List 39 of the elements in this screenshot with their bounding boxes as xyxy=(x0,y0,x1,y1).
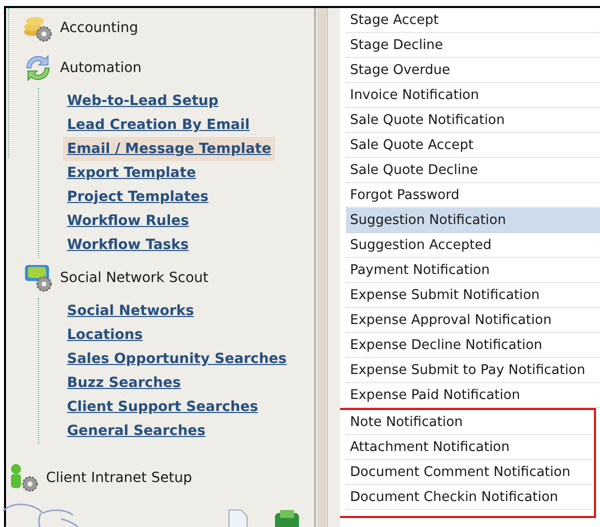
sidebar-link[interactable]: Lead Creation By Email xyxy=(63,113,254,137)
template-row[interactable]: Stage Decline xyxy=(346,33,600,58)
template-row[interactable]: Suggestion Notification xyxy=(346,208,600,233)
printer-icon[interactable] xyxy=(274,509,300,527)
chat-gear-icon xyxy=(22,262,54,294)
sidebar-section-title[interactable]: Accounting xyxy=(60,18,138,38)
template-row[interactable]: Note Notification xyxy=(346,410,594,435)
template-row[interactable]: Expense Submit Notification xyxy=(346,283,600,308)
sidebar-link[interactable]: Workflow Tasks xyxy=(63,233,193,257)
template-row[interactable]: Sale Quote Decline xyxy=(346,158,600,183)
sidebar-section-title[interactable]: Client Intranet Setup xyxy=(46,468,192,488)
template-row[interactable]: Expense Submit to Pay Notification xyxy=(346,358,600,383)
template-row[interactable]: Attachment Notification xyxy=(346,435,594,460)
document-icon[interactable] xyxy=(228,509,248,527)
sidebar-link[interactable]: Project Templates xyxy=(63,185,213,209)
sidebar-link[interactable]: Email / Message Template xyxy=(63,137,276,161)
sidebar-link[interactable]: Web-to-Lead Setup xyxy=(63,89,222,113)
sidebar-link[interactable]: Export Template xyxy=(63,161,200,185)
template-row[interactable]: Payment Notification xyxy=(346,258,600,283)
sidebar-link[interactable]: Sales Opportunity Searches xyxy=(63,347,291,371)
template-row[interactable]: Sale Quote Notification xyxy=(346,108,600,133)
template-row[interactable]: Expense Decline Notification xyxy=(346,333,600,358)
sidebar-link[interactable]: Client Support Searches xyxy=(63,395,262,419)
sidebar-section-title[interactable]: Social Network Scout xyxy=(60,268,208,288)
template-row[interactable]: Stage Accept xyxy=(346,8,600,33)
template-row[interactable]: Expense Paid Notification xyxy=(346,383,600,408)
template-row[interactable]: Stage Overdue xyxy=(346,58,600,83)
sidebar-section-title[interactable]: Automation xyxy=(60,58,142,78)
sidebar-link[interactable]: Buzz Searches xyxy=(63,371,185,395)
template-row[interactable]: Suggestion Accepted xyxy=(346,233,600,258)
sidebar-link[interactable]: Locations xyxy=(63,323,147,347)
template-row[interactable]: Document Checkin Notification xyxy=(346,485,594,510)
template-row[interactable]: Document Comment Notification xyxy=(346,460,594,485)
sidebar-link[interactable]: Social Networks xyxy=(63,299,198,323)
template-row[interactable]: Invoice Notification xyxy=(346,83,600,108)
template-row[interactable]: Expense Approval Notification xyxy=(346,308,600,333)
sidebar-link[interactable]: General Searches xyxy=(63,419,210,443)
template-row[interactable]: Sale Quote Accept xyxy=(346,133,600,158)
sidebar-link[interactable]: Workflow Rules xyxy=(63,209,193,233)
